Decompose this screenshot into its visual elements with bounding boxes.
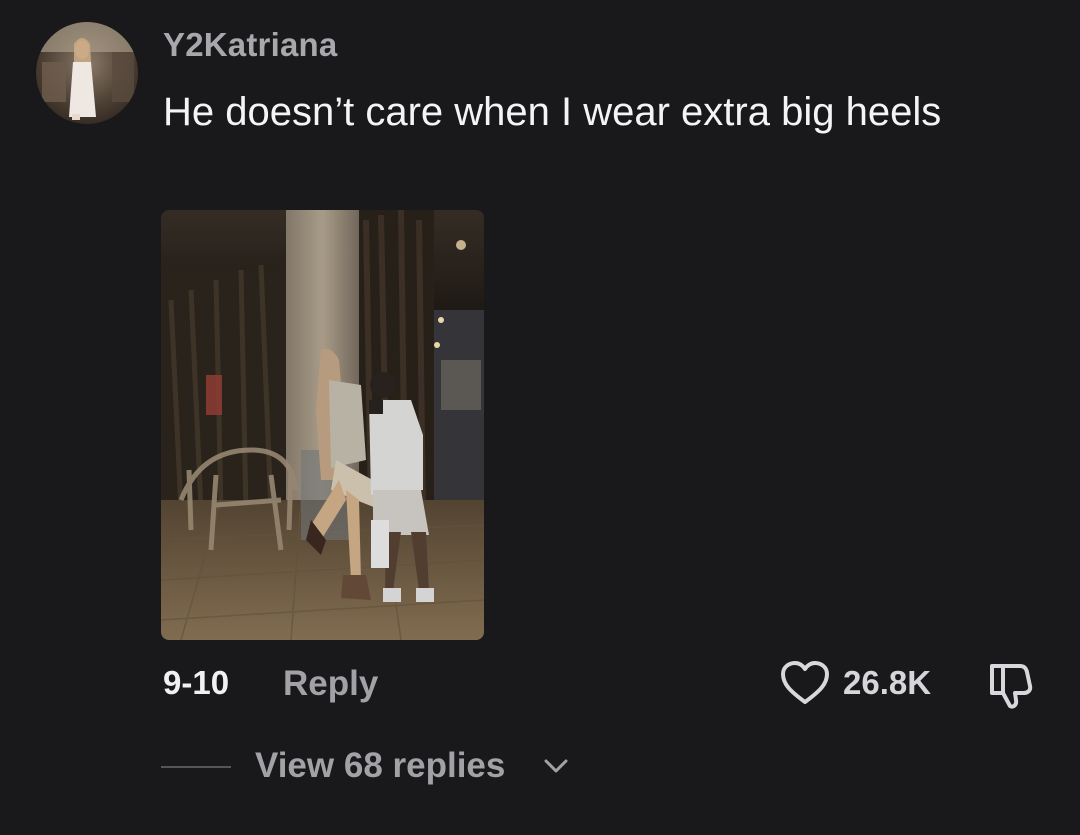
- comment-text: He doesn’t care when I wear extra big he…: [163, 90, 942, 134]
- comment-photo[interactable]: [161, 210, 484, 640]
- view-replies-button[interactable]: View 68 replies: [255, 746, 505, 786]
- chevron-down-icon[interactable]: [542, 757, 570, 777]
- replies-divider: [161, 766, 231, 768]
- comment-screen: Y2Katriana He doesn’t care when I wear e…: [0, 0, 1080, 835]
- avatar-image: [36, 22, 138, 124]
- heart-outline-icon[interactable]: [780, 660, 830, 706]
- username[interactable]: Y2Katriana: [163, 26, 337, 64]
- like-count: 26.8K: [843, 664, 932, 701]
- reply-button[interactable]: Reply: [283, 664, 378, 704]
- thumbs-down-outline-icon[interactable]: [984, 658, 1036, 710]
- photo-image: [161, 210, 484, 640]
- avatar[interactable]: [36, 22, 138, 124]
- comment-date: 9-10: [163, 664, 230, 701]
